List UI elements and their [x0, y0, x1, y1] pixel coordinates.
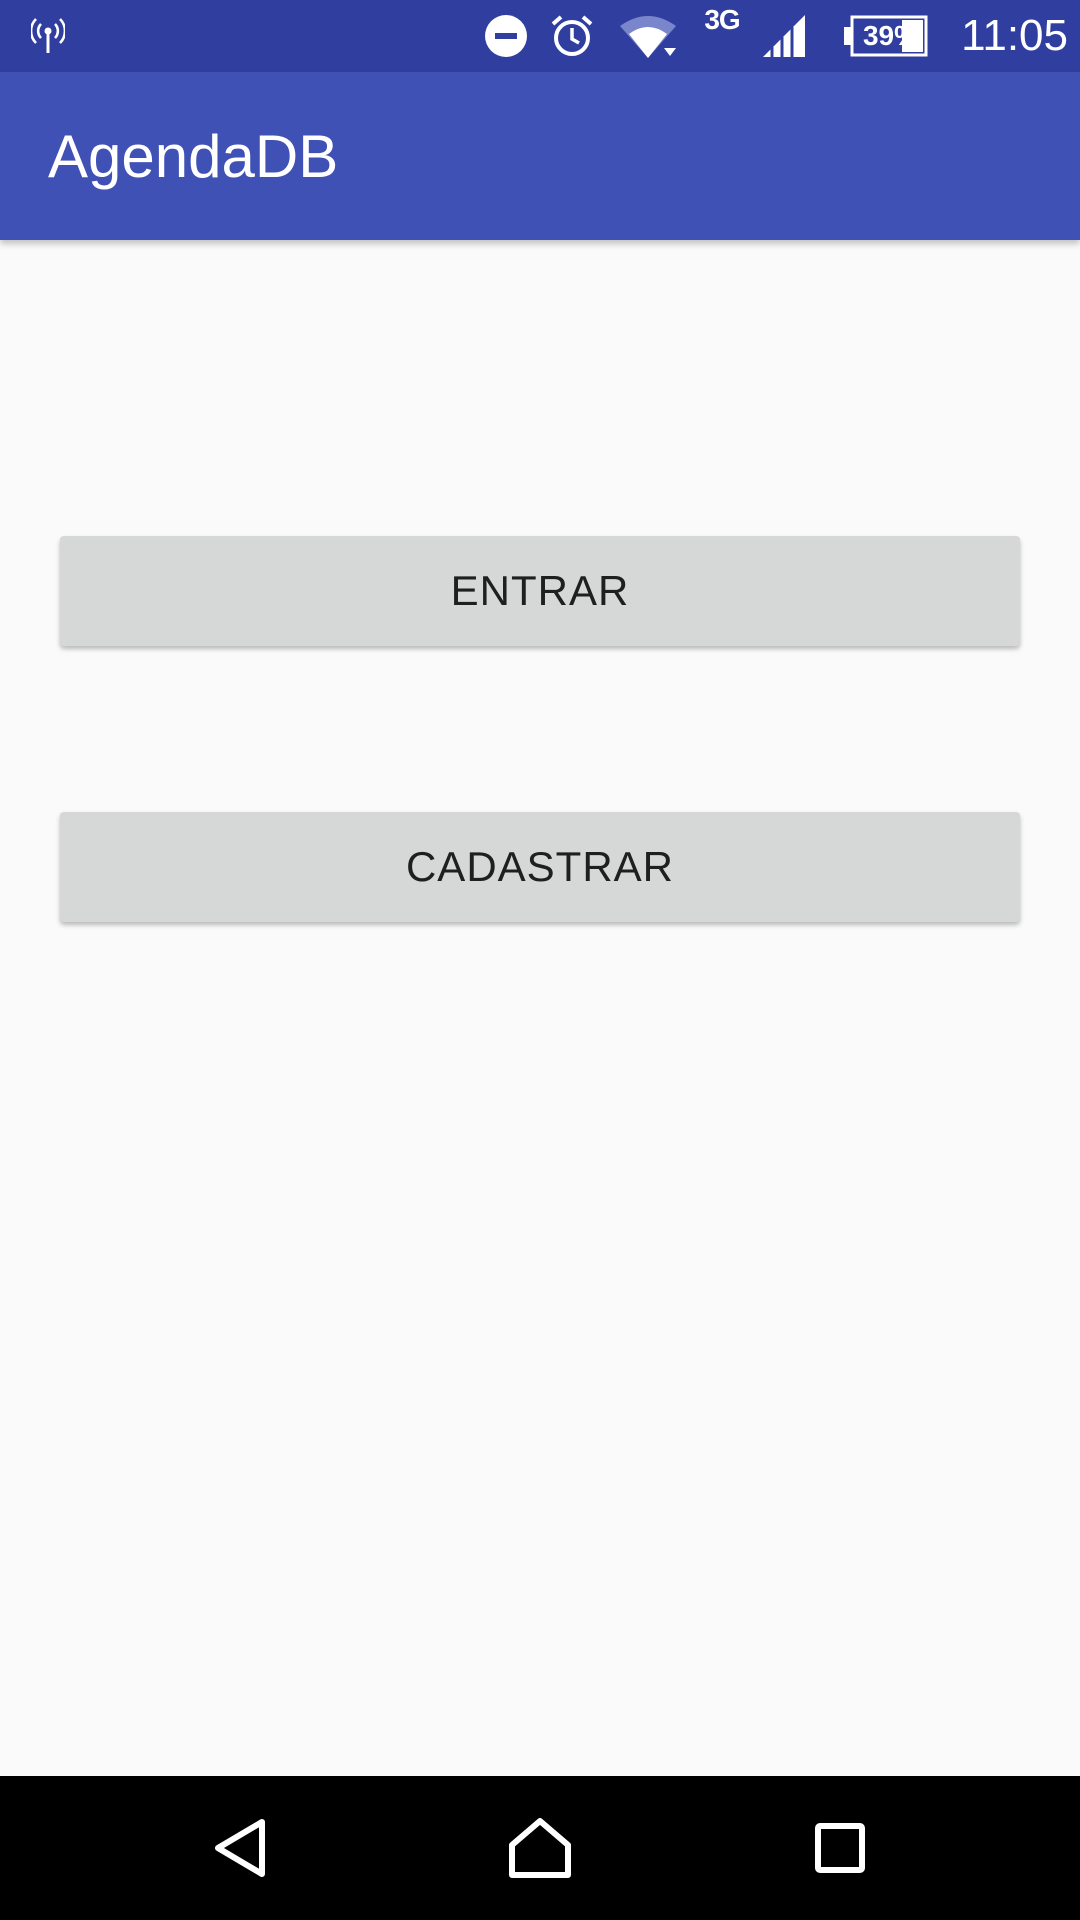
home-icon	[509, 1818, 571, 1878]
home-button[interactable]	[460, 1776, 620, 1920]
app-bar: AgendaDB	[0, 72, 1080, 240]
battery-percent: 39%	[862, 20, 920, 51]
main-content: ENTRAR CADASTRAR	[0, 240, 1080, 1776]
cadastrar-button[interactable]: CADASTRAR	[60, 812, 1020, 922]
cadastrar-button-label: CADASTRAR	[405, 843, 675, 890]
do-not-disturb-icon	[478, 0, 534, 72]
back-icon	[215, 1819, 265, 1877]
recents-icon	[815, 1823, 865, 1873]
entrar-button[interactable]: ENTRAR	[60, 536, 1020, 646]
navigation-bar	[0, 1776, 1080, 1920]
alarm-icon	[544, 0, 600, 72]
status-bar: 3G 39% 11:05	[0, 0, 1080, 72]
antenna-icon	[28, 0, 68, 72]
screen: 3G 39% 11:05 AgendaDB ENTRAR CADASTRAR	[0, 0, 1080, 1920]
app-title: AgendaDB	[48, 122, 339, 190]
wifi-icon	[614, 0, 682, 72]
cellular-signal-icon	[756, 0, 812, 72]
entrar-button-label: ENTRAR	[450, 567, 630, 614]
recents-button[interactable]	[760, 1776, 920, 1920]
back-button[interactable]	[160, 1776, 320, 1920]
battery-icon: 39%	[842, 0, 928, 72]
network-type-label: 3G	[704, 4, 740, 35]
clock: 11:05	[961, 11, 1068, 60]
